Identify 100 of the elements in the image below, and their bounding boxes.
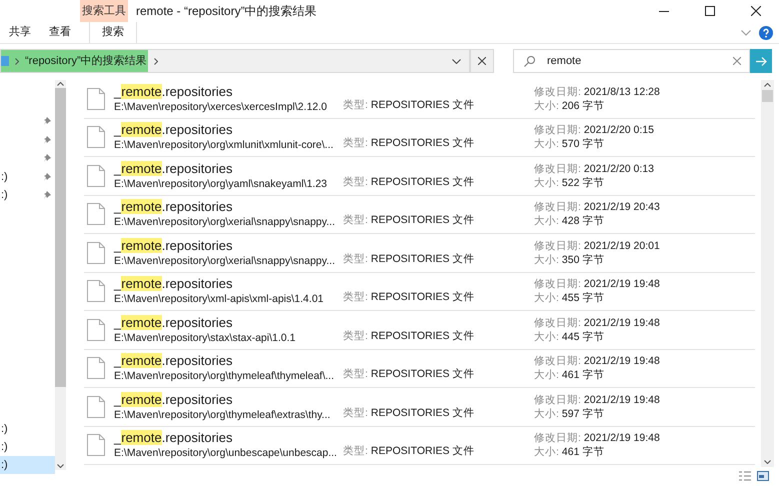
type-label: 类型:	[343, 444, 368, 460]
size-label: 大小:	[534, 445, 559, 460]
search-input[interactable]: remote	[547, 52, 733, 70]
drive-label[interactable]: :)	[1, 186, 8, 204]
search-go-button[interactable]	[750, 49, 772, 73]
chevron-right-icon	[15, 58, 19, 64]
scroll-up-icon[interactable]	[764, 83, 771, 87]
modified-date: 2021/2/19 20:43	[584, 200, 660, 214]
file-type: REPOSITORIES 文件	[370, 406, 474, 421]
file-icon	[87, 164, 105, 187]
size-label: 大小:	[534, 330, 559, 344]
clear-button[interactable]	[470, 49, 494, 73]
chevron-down-icon[interactable]	[741, 30, 751, 36]
size-label: 大小:	[534, 176, 559, 190]
date-label: 修改日期:	[534, 431, 581, 446]
help-icon[interactable]	[759, 26, 773, 40]
size-label: 大小:	[534, 252, 559, 267]
file-icon	[87, 88, 105, 110]
search-icon	[524, 56, 535, 66]
details-view-icon[interactable]	[739, 471, 751, 481]
file-icon	[87, 203, 105, 226]
modified-date: 2021/2/19 19:48	[584, 431, 660, 446]
date-label: 修改日期:	[534, 84, 581, 99]
size-label: 大小:	[534, 137, 559, 152]
type-label: 类型:	[343, 290, 368, 306]
file-size: 350 字节	[562, 252, 604, 267]
file-size: 455 字节	[562, 291, 604, 306]
large-icons-view-icon[interactable]	[757, 471, 769, 481]
chevron-right-icon[interactable]	[154, 58, 158, 64]
pin-icon[interactable]	[44, 154, 51, 162]
date-label: 修改日期:	[534, 238, 581, 253]
pin-icon[interactable]	[44, 117, 51, 125]
date-label: 修改日期:	[534, 316, 581, 330]
modified-date: 2021/2/20 0:15	[584, 123, 654, 138]
file-type: REPOSITORIES 文件	[370, 290, 474, 306]
scroll-down-icon[interactable]	[57, 464, 64, 468]
date-label: 修改日期:	[534, 162, 581, 176]
close-icon	[751, 6, 761, 16]
file-icon	[87, 357, 105, 380]
file-icon	[87, 318, 105, 341]
modified-date: 2021/2/19 20:01	[584, 238, 660, 253]
scroll-thumb[interactable]	[762, 90, 773, 102]
modified-date: 2021/2/19 19:48	[584, 316, 660, 330]
file-size: 522 字节	[562, 176, 604, 190]
dropdown-icon[interactable]	[452, 58, 461, 64]
address-bar[interactable]: “repository”中的搜索结果	[0, 49, 470, 73]
file-size: 428 字节	[562, 214, 604, 228]
file-path: E:\Maven\repository\org\xerial\snappy\snappy...	[114, 215, 335, 230]
file-type: REPOSITORIES 文件	[370, 328, 474, 344]
scroll-up-icon[interactable]	[57, 82, 64, 86]
file-icon	[87, 434, 105, 456]
file-path: E:\Maven\repository\org\thymeleaf\thymeleaf\...	[114, 369, 334, 384]
folder-icon	[1, 56, 9, 66]
date-label: 修改日期:	[534, 392, 581, 407]
file-path: E:\Maven\repository\org\thymeleaf\extras\thy...	[114, 408, 330, 422]
modified-date: 2021/2/20 0:13	[584, 162, 654, 176]
drive-label[interactable]: :)	[1, 438, 8, 456]
type-label: 类型:	[343, 98, 368, 113]
drive-label[interactable]: :)	[1, 168, 8, 186]
search-field[interactable]: remote	[513, 49, 750, 73]
file-size: 206 字节	[562, 98, 604, 113]
maximize-icon	[705, 6, 715, 16]
ribbon-tab[interactable]: 搜索	[89, 22, 137, 43]
file-type: REPOSITORIES 文件	[370, 367, 474, 382]
file-type: REPOSITORIES 文件	[370, 136, 474, 152]
file-size: 461 字节	[562, 368, 604, 382]
file-size: 597 字节	[562, 406, 604, 421]
type-label: 类型:	[343, 328, 368, 344]
file-size: 445 字节	[562, 330, 604, 344]
scroll-down-icon[interactable]	[764, 460, 771, 464]
file-size: 570 字节	[562, 137, 604, 152]
file-type: REPOSITORIES 文件	[370, 444, 474, 460]
drive-label[interactable]: :)	[1, 420, 8, 438]
scroll-thumb[interactable]	[55, 88, 66, 387]
type-label: 类型:	[343, 406, 368, 421]
scrollbar[interactable]	[55, 80, 66, 470]
type-label: 类型:	[343, 252, 368, 267]
date-label: 修改日期:	[534, 200, 581, 214]
type-label: 类型:	[343, 367, 368, 382]
modified-date: 2021/2/19 19:48	[584, 392, 660, 407]
date-label: 修改日期:	[534, 123, 581, 138]
ribbon-tab[interactable]: 共享	[0, 22, 40, 43]
pin-icon[interactable]	[44, 191, 51, 199]
nav-item[interactable]: :)	[0, 456, 55, 474]
scrollbar[interactable]	[761, 80, 774, 467]
modified-date: 2021/2/19 19:48	[584, 277, 660, 292]
pin-icon[interactable]	[44, 173, 51, 181]
close-icon[interactable]	[733, 57, 741, 65]
size-label: 大小:	[534, 214, 559, 228]
type-label: 类型:	[343, 213, 368, 228]
type-label: 类型:	[343, 174, 368, 190]
file-path: E:\Maven\repository\xerces\xercesImpl\2.12.0	[114, 100, 328, 114]
ribbon-tab[interactable]: 查看	[40, 22, 80, 43]
pin-icon[interactable]	[44, 136, 51, 144]
file-type: REPOSITORIES 文件	[370, 174, 474, 190]
file-path: E:\Maven\repository\org\yaml\snakeyaml\1.23	[114, 176, 328, 191]
type-label: 类型:	[343, 136, 368, 152]
file-path: E:\Maven\repository\org\unbescape\unbescap...	[114, 446, 337, 460]
file-icon	[87, 280, 105, 302]
modified-date: 2021/8/13 12:28	[584, 84, 660, 99]
